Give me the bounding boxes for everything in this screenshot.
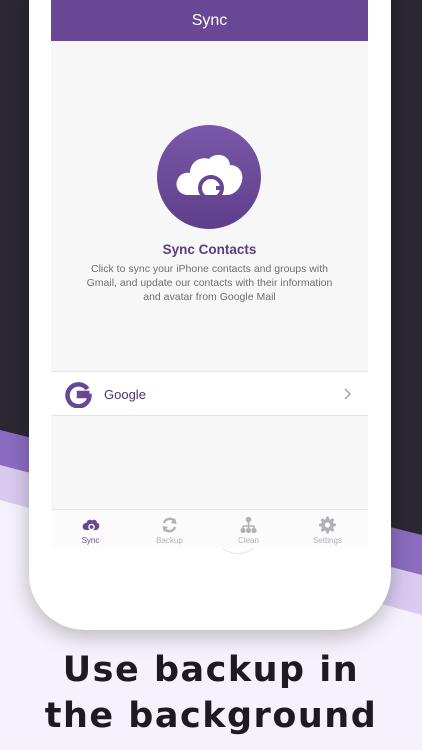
hero-title: Sync Contacts — [162, 242, 257, 257]
google-account-row[interactable]: Google — [51, 371, 368, 416]
tab-sync-label: Sync — [81, 536, 100, 545]
tab-backup-label: Backup — [156, 536, 183, 545]
google-label: Google — [104, 387, 146, 402]
nav-header: Sync — [51, 0, 368, 41]
tab-settings-label: Settings — [313, 536, 342, 545]
tab-sync[interactable]: Sync — [51, 510, 130, 548]
page-title: Sync — [191, 12, 228, 29]
hero-description: Click to sync your iPhone contacts and g… — [86, 263, 333, 303]
tab-bar: Sync Backup Clean Settings — [51, 509, 368, 548]
tab-backup[interactable]: Backup — [130, 510, 209, 548]
caption-line-1: Use backup in — [62, 650, 360, 690]
hierarchy-icon — [240, 516, 257, 534]
caption-line-2: the background — [44, 696, 378, 736]
tab-clean[interactable]: Clean — [209, 510, 288, 548]
refresh-icon — [162, 517, 177, 533]
cloud-sync-icon[interactable] — [157, 125, 261, 229]
app-screen: Sync Sync Contacts Click to sync your iP… — [51, 0, 368, 548]
tab-clean-label: Clean — [238, 536, 259, 545]
cloud-sync-icon — [82, 519, 100, 531]
chevron-right-icon — [344, 388, 351, 400]
google-g-icon — [65, 382, 92, 408]
gear-icon — [319, 516, 336, 534]
tab-settings[interactable]: Settings — [288, 510, 367, 548]
